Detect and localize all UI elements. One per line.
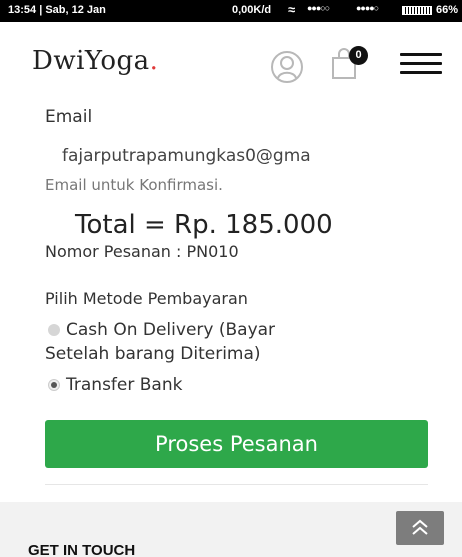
site-logo[interactable]: DwiYoga. xyxy=(32,46,158,76)
payment-option-cod-label[interactable]: Cash On Delivery (Bayar xyxy=(66,320,275,340)
battery-icon xyxy=(402,6,432,15)
footer: GET IN TOUCH xyxy=(0,502,462,557)
order-total: Total = Rp. 185.000 xyxy=(75,210,333,240)
scroll-to-top-button[interactable] xyxy=(396,511,444,545)
battery-percent: 66% xyxy=(436,4,459,16)
signal-icon: ●●●○○ xyxy=(307,3,330,13)
payment-option-transfer-label[interactable]: Transfer Bank xyxy=(66,375,182,395)
email-hint: Email untuk Konfirmasi. xyxy=(45,176,223,194)
status-bar: 13:54 | Sab, 12 Jan 0,00K/d ≈ ●●●○○ ●●●●… xyxy=(0,0,462,22)
payment-option-cod-label-cont[interactable]: Setelah barang Diterima) xyxy=(45,344,261,364)
order-number: Nomor Pesanan : PN010 xyxy=(45,242,239,261)
email-label: Email xyxy=(45,107,93,127)
menu-icon[interactable] xyxy=(400,53,442,75)
process-order-button[interactable]: Proses Pesanan xyxy=(45,420,428,468)
chevron-up-double-icon xyxy=(412,519,428,535)
divider xyxy=(45,484,428,485)
logo-dot: . xyxy=(149,46,159,76)
user-icon[interactable] xyxy=(270,50,304,84)
wifi-icon: ≈ xyxy=(288,2,296,17)
logo-text: DwiYoga xyxy=(32,46,150,76)
signal-icon: ●●●●○ xyxy=(356,3,379,13)
footer-title: GET IN TOUCH xyxy=(28,542,136,557)
payment-method-title: Pilih Metode Pembayaran xyxy=(45,289,248,308)
email-field[interactable]: fajarputrapamungkas0@gma xyxy=(62,146,414,166)
status-network-speed: 0,00K/d xyxy=(232,4,272,16)
radio-transfer-bank[interactable] xyxy=(48,379,60,391)
radio-cash-on-delivery[interactable] xyxy=(48,324,60,336)
status-time-date: 13:54 | Sab, 12 Jan xyxy=(8,4,106,16)
cart-count-badge: 0 xyxy=(349,46,368,65)
